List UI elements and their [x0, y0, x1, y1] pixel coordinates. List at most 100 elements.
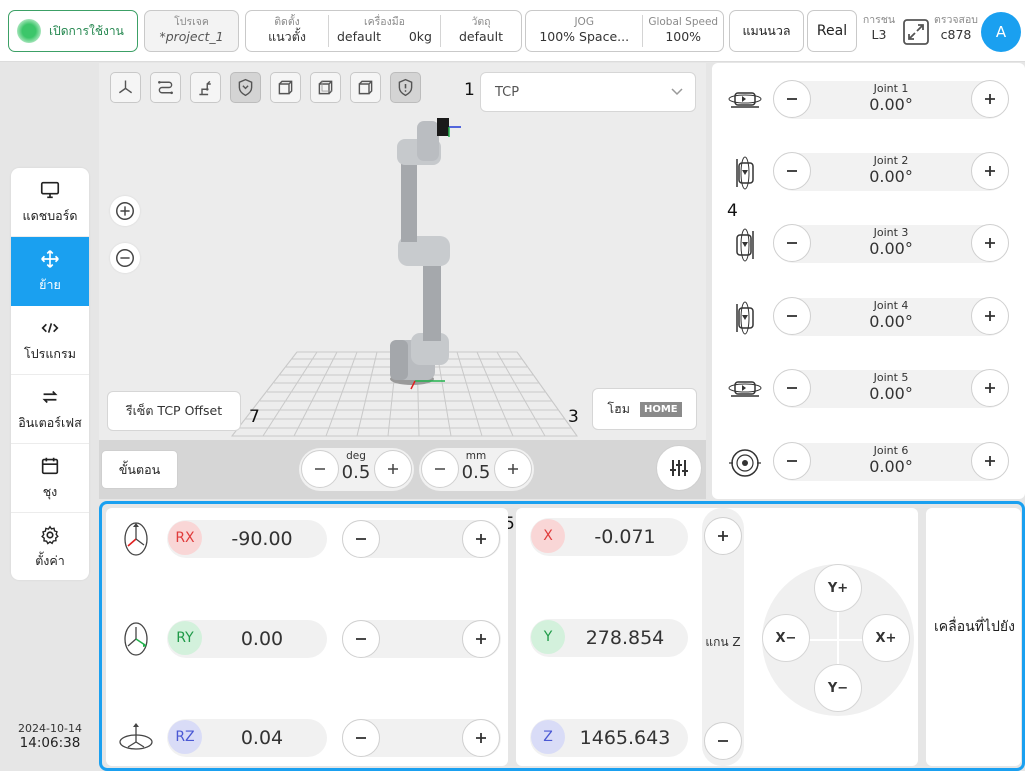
expand-icon[interactable] [901, 17, 931, 47]
frame-select[interactable]: TCP [480, 72, 696, 112]
reset-tcp-offset-button[interactable]: รีเซ็ต TCP Offset [107, 391, 241, 431]
home-button[interactable]: โฮม HOME [592, 388, 697, 430]
y-minus-button[interactable]: Y− [814, 664, 862, 712]
power-status-icon [17, 19, 41, 43]
joint-4-increase-button[interactable] [971, 297, 1009, 335]
x-plus-button[interactable]: X+ [862, 614, 910, 662]
view-shield-button[interactable] [230, 72, 261, 103]
move-to-button[interactable]: เคลื่อนที่ไปยัง [926, 508, 1021, 766]
rz-stepper [342, 719, 501, 757]
setup-group: ติดตั้ง แนวตั้ง เครื่องมือ default 0kg ว… [245, 10, 522, 52]
avatar[interactable]: A [981, 12, 1021, 52]
x-minus-button[interactable]: X− [762, 614, 810, 662]
joint-row-3: Joint 3 0.00° [712, 219, 1025, 269]
view-path-button[interactable] [150, 72, 181, 103]
y-plus-button[interactable]: Y+ [814, 564, 862, 612]
z-decrease-button[interactable] [704, 722, 742, 760]
calendar-icon [41, 457, 59, 474]
view-cube-top-button[interactable] [350, 72, 381, 103]
joint-1-rotate-icon [728, 92, 762, 108]
mm-increase-button[interactable] [494, 450, 532, 488]
tune-settings-button[interactable] [656, 445, 702, 491]
rx-increase-button[interactable] [462, 520, 500, 558]
zoom-in-button[interactable] [110, 196, 140, 226]
top-bar: เปิดการใช้งาน โปรเจค *project_1 ติดตั้ง … [0, 0, 1025, 62]
rx-decrease-button[interactable] [342, 520, 380, 558]
view-robot-button[interactable] [190, 72, 221, 103]
rz-value: 0.04 [240, 727, 284, 749]
joint-2-value: 0.00° [869, 167, 913, 186]
install-selector[interactable]: ติดตั้ง แนวตั้ง [246, 15, 329, 47]
jog-selector[interactable]: JOG 100% Space... [526, 15, 644, 47]
joint-6-decrease-button[interactable] [773, 442, 811, 480]
joint-2-decrease-button[interactable] [773, 152, 811, 190]
joint-3-increase-button[interactable] [971, 224, 1009, 262]
step-button[interactable]: ขั้นตอน [101, 450, 178, 489]
nav-item-schedule[interactable]: ชุง [11, 444, 89, 513]
ry-row: RY 0.00 [106, 619, 508, 659]
global-speed-selector[interactable]: Global Speed 100% [643, 15, 723, 47]
joint-5-increase-button[interactable] [971, 369, 1009, 407]
view-warning-shield-button[interactable] [390, 72, 421, 103]
ry-value-field[interactable]: RY 0.00 [167, 620, 327, 658]
check-value: c878 [940, 27, 972, 42]
deg-decrease-button[interactable] [301, 450, 339, 488]
power-toggle-button[interactable]: เปิดการใช้งาน [8, 10, 138, 52]
minus-icon [787, 242, 797, 244]
z-increase-button[interactable] [704, 517, 742, 555]
rx-value-field[interactable]: RX -90.00 [167, 520, 327, 558]
ry-increase-button[interactable] [462, 620, 500, 658]
joint-4-decrease-button[interactable] [773, 297, 811, 335]
rz-increase-button[interactable] [462, 719, 500, 757]
zoom-out-button[interactable] [110, 243, 140, 273]
nav-item-settings[interactable]: ตั้งค่า [11, 513, 89, 580]
nav-item-dashboard[interactable]: แดชบอร์ด [11, 168, 89, 237]
tool-selector[interactable]: เครื่องมือ default 0kg [329, 15, 441, 47]
view-cube-front-button[interactable] [270, 72, 301, 103]
z-value: 1465.643 [579, 727, 671, 749]
robot-model [390, 118, 461, 390]
joint-6-value: 0.00° [869, 457, 913, 476]
z-value-field[interactable]: Z 1465.643 [530, 719, 688, 757]
joint-6-increase-button[interactable] [971, 442, 1009, 480]
jog-label: JOG [574, 16, 594, 28]
nav-item-move[interactable]: ย้าย [11, 237, 89, 306]
real-mode-button[interactable]: Real [807, 10, 857, 52]
z-row: Z 1465.643 [516, 718, 696, 758]
joint-1-decrease-button[interactable] [773, 80, 811, 118]
collision-level[interactable]: การชน L3 [862, 13, 896, 42]
nav-item-program[interactable]: โปรแกรม [11, 306, 89, 375]
nav-item-interface[interactable]: อินเตอร์เฟส [11, 375, 89, 444]
mm-decrease-button[interactable] [421, 450, 459, 488]
ry-decrease-button[interactable] [342, 620, 380, 658]
nav-item-label: โปรแกรม [24, 345, 76, 361]
zoom-in-icon [116, 202, 134, 220]
rz-value-field[interactable]: RZ 0.04 [167, 719, 327, 757]
y-value: 278.854 [585, 627, 665, 649]
joint-1-label: Joint 1 [873, 82, 909, 95]
joint-row-1: Joint 1 0.00° [712, 75, 1025, 125]
project-selector[interactable]: โปรเจค *project_1 [144, 10, 239, 52]
rz-decrease-button[interactable] [342, 719, 380, 757]
x-value-field[interactable]: X -0.071 [530, 518, 688, 556]
3d-viewer[interactable]: 1 TCP รีเซ็ต TCP Offset 7 3 โฮม HOME [99, 63, 706, 499]
robot-arm-icon [199, 80, 211, 96]
joint-6-label: Joint 6 [873, 444, 909, 457]
plus-icon [985, 311, 995, 321]
manual-mode-button[interactable]: แมนนวล [729, 10, 804, 52]
y-value-field[interactable]: Y 278.854 [530, 619, 688, 657]
move-to-label: เคลื่อนที่ไปยัง [934, 619, 1015, 635]
view-cube-side-button[interactable] [310, 72, 341, 103]
view-axes-button[interactable] [110, 72, 141, 103]
joint-2-increase-button[interactable] [971, 152, 1009, 190]
joint-3-decrease-button[interactable] [773, 224, 811, 262]
gear-icon [41, 525, 59, 545]
joint-row-2: Joint 2 0.00° [712, 147, 1025, 197]
check-status[interactable]: ตรวจสอบ c878 [932, 13, 980, 42]
object-selector[interactable]: วัตถุ default [441, 15, 521, 47]
joint-1-increase-button[interactable] [971, 80, 1009, 118]
joint-5-decrease-button[interactable] [773, 369, 811, 407]
tool-mass: 0kg [408, 29, 432, 44]
minus-icon [718, 740, 728, 742]
deg-increase-button[interactable] [374, 450, 412, 488]
